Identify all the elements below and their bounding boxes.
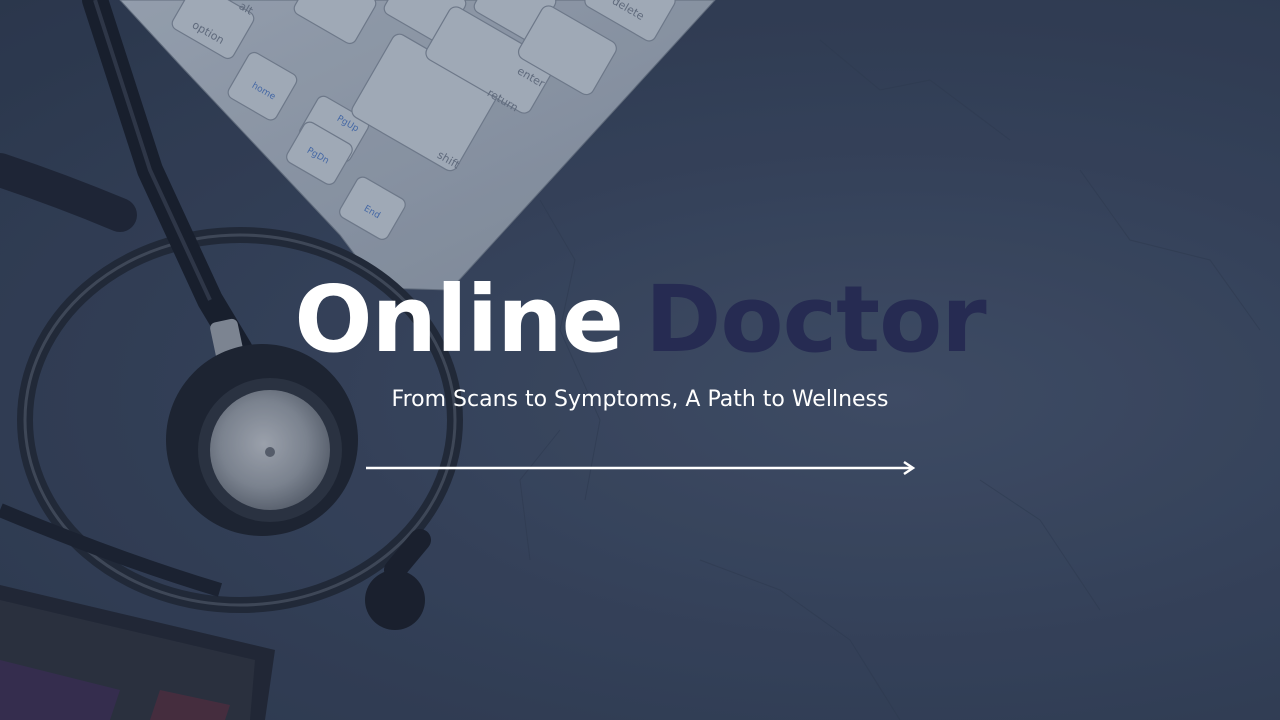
right-arrow-icon [366, 460, 916, 476]
title-word-online: Online [294, 266, 624, 373]
slide: option alt home PgUp PgDn End shift retu… [0, 0, 1280, 720]
title-word-doctor: Doctor [645, 266, 987, 373]
slide-subtitle: From Scans to Symptoms, A Path to Wellne… [391, 387, 889, 412]
slide-title: Online Doctor [0, 265, 1280, 375]
